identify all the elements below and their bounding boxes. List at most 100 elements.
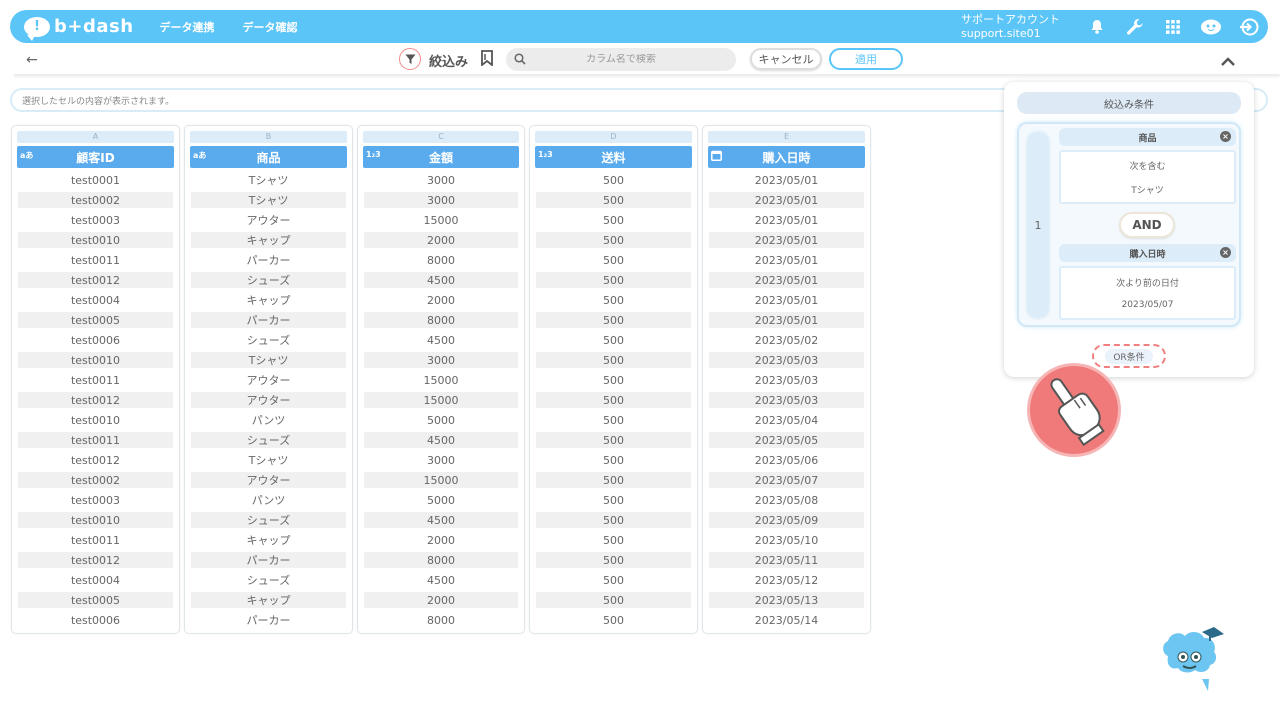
- table-cell[interactable]: 500: [536, 330, 691, 350]
- search-input[interactable]: [526, 54, 716, 65]
- table-cell[interactable]: test0003: [18, 210, 173, 230]
- table-cell[interactable]: 15000: [364, 210, 518, 230]
- table-cell[interactable]: test0012: [18, 272, 173, 288]
- mascot-icon[interactable]: [1192, 10, 1230, 43]
- table-cell[interactable]: 500: [536, 512, 691, 528]
- remove-condition-icon[interactable]: ×: [1220, 247, 1231, 258]
- table-cell[interactable]: キャップ: [191, 290, 346, 310]
- table-cell[interactable]: アウター: [191, 370, 346, 390]
- table-cell[interactable]: キャップ: [191, 530, 346, 550]
- table-cell[interactable]: 500: [536, 610, 691, 630]
- table-cell[interactable]: 4500: [364, 330, 518, 350]
- app-logo[interactable]: ! b+dash: [24, 16, 134, 41]
- table-cell[interactable]: 500: [536, 472, 691, 488]
- column-header-shipping[interactable]: 1₂3 送料: [535, 146, 692, 168]
- table-cell[interactable]: test0012: [18, 450, 173, 470]
- remove-condition-icon[interactable]: ×: [1220, 131, 1231, 142]
- table-cell[interactable]: 5000: [364, 490, 518, 510]
- table-cell[interactable]: アウター: [191, 472, 346, 488]
- table-cell[interactable]: 4500: [364, 570, 518, 590]
- column-letter[interactable]: C: [363, 131, 519, 143]
- table-cell[interactable]: シューズ: [191, 570, 346, 590]
- table-cell[interactable]: 2023/05/01: [709, 290, 864, 310]
- table-cell[interactable]: test0010: [18, 352, 173, 368]
- wrench-icon[interactable]: [1116, 10, 1154, 43]
- table-cell[interactable]: test0002: [18, 472, 173, 488]
- table-cell[interactable]: 2023/05/01: [709, 232, 864, 248]
- table-cell[interactable]: 8000: [364, 250, 518, 270]
- mascot-cloud-icon[interactable]: [1158, 626, 1228, 696]
- table-cell[interactable]: 500: [536, 192, 691, 208]
- table-cell[interactable]: シューズ: [191, 330, 346, 350]
- table-cell[interactable]: 2023/05/01: [709, 272, 864, 288]
- table-cell[interactable]: 500: [536, 410, 691, 430]
- table-cell[interactable]: 500: [536, 370, 691, 390]
- table-cell[interactable]: 15000: [364, 370, 518, 390]
- table-cell[interactable]: 500: [536, 570, 691, 590]
- table-cell[interactable]: アウター: [191, 210, 346, 230]
- table-cell[interactable]: 3000: [364, 352, 518, 368]
- table-cell[interactable]: 500: [536, 250, 691, 270]
- column-letter[interactable]: B: [190, 131, 347, 143]
- table-cell[interactable]: test0011: [18, 370, 173, 390]
- table-cell[interactable]: 2023/05/04: [709, 410, 864, 430]
- table-cell[interactable]: 2023/05/01: [709, 250, 864, 270]
- table-cell[interactable]: 2023/05/01: [709, 192, 864, 208]
- table-cell[interactable]: パーカー: [191, 552, 346, 568]
- table-cell[interactable]: Tシャツ: [191, 170, 346, 190]
- tag-icon[interactable]: [480, 50, 494, 70]
- table-cell[interactable]: 2023/05/09: [709, 512, 864, 528]
- table-cell[interactable]: 15000: [364, 392, 518, 408]
- table-cell[interactable]: 500: [536, 450, 691, 470]
- table-cell[interactable]: test0010: [18, 232, 173, 248]
- table-cell[interactable]: 2023/05/03: [709, 352, 864, 368]
- table-cell[interactable]: test0011: [18, 432, 173, 448]
- table-cell[interactable]: シューズ: [191, 432, 346, 448]
- table-cell[interactable]: 4500: [364, 432, 518, 448]
- column-letter[interactable]: A: [17, 131, 174, 143]
- table-cell[interactable]: 15000: [364, 472, 518, 488]
- table-cell[interactable]: 500: [536, 392, 691, 408]
- table-cell[interactable]: test0012: [18, 552, 173, 568]
- table-cell[interactable]: 5000: [364, 410, 518, 430]
- table-cell[interactable]: 500: [536, 170, 691, 190]
- condition-box[interactable]: 次を含む Tシャツ: [1059, 150, 1236, 204]
- chevron-up-icon[interactable]: [1220, 52, 1236, 71]
- table-cell[interactable]: 2023/05/06: [709, 450, 864, 470]
- table-cell[interactable]: 2000: [364, 530, 518, 550]
- column-letter[interactable]: E: [708, 131, 865, 143]
- table-cell[interactable]: 2023/05/03: [709, 370, 864, 390]
- table-cell[interactable]: 8000: [364, 610, 518, 630]
- table-cell[interactable]: 2000: [364, 232, 518, 248]
- table-cell[interactable]: 2023/05/11: [709, 552, 864, 568]
- account-info[interactable]: サポートアカウント support.site01: [961, 13, 1060, 41]
- table-cell[interactable]: 2023/05/12: [709, 570, 864, 590]
- table-cell[interactable]: 2023/05/14: [709, 610, 864, 630]
- table-cell[interactable]: 2023/05/13: [709, 592, 864, 608]
- table-cell[interactable]: test0006: [18, 610, 173, 630]
- table-cell[interactable]: 2023/05/03: [709, 392, 864, 408]
- table-cell[interactable]: test0010: [18, 512, 173, 528]
- table-cell[interactable]: test0011: [18, 250, 173, 270]
- table-cell[interactable]: 500: [536, 290, 691, 310]
- table-cell[interactable]: 500: [536, 552, 691, 568]
- table-cell[interactable]: 2023/05/01: [709, 170, 864, 190]
- table-cell[interactable]: test0005: [18, 592, 173, 608]
- table-cell[interactable]: 500: [536, 432, 691, 448]
- grid-icon[interactable]: [1154, 10, 1192, 43]
- back-arrow-icon[interactable]: ←: [26, 52, 38, 68]
- table-cell[interactable]: 500: [536, 312, 691, 328]
- column-header-purchase-date[interactable]: 購入日時: [708, 146, 865, 168]
- table-cell[interactable]: 3000: [364, 170, 518, 190]
- column-header-product[interactable]: aあ 商品: [190, 146, 347, 168]
- table-cell[interactable]: 500: [536, 232, 691, 248]
- table-cell[interactable]: 4500: [364, 512, 518, 528]
- table-cell[interactable]: キャップ: [191, 592, 346, 608]
- table-cell[interactable]: 500: [536, 530, 691, 550]
- table-cell[interactable]: シューズ: [191, 272, 346, 288]
- table-cell[interactable]: test0005: [18, 312, 173, 328]
- table-cell[interactable]: test0003: [18, 490, 173, 510]
- nav-data-check[interactable]: データ確認: [243, 19, 298, 35]
- table-cell[interactable]: 3000: [364, 192, 518, 208]
- table-cell[interactable]: test0001: [18, 170, 173, 190]
